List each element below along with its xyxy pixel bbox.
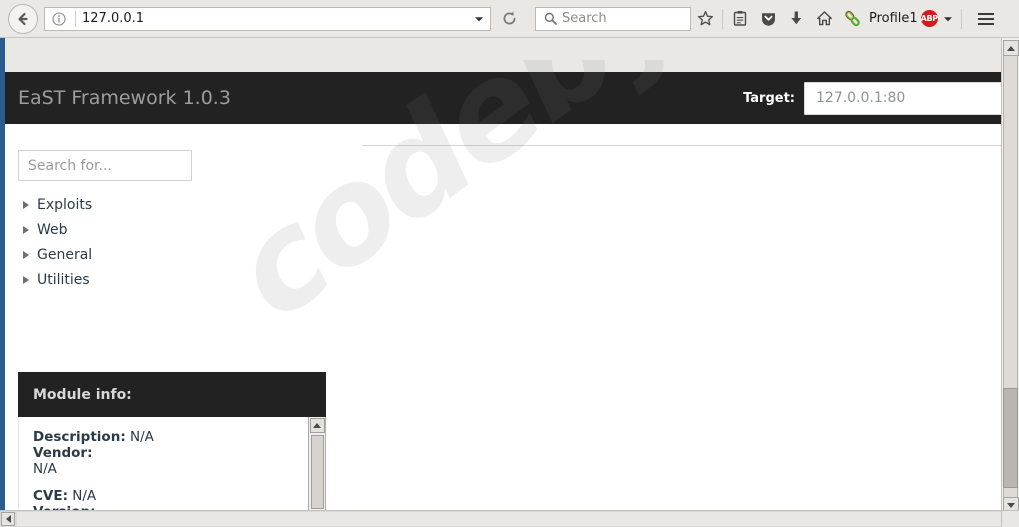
url-text: 127.0.0.1 — [82, 11, 145, 26]
content-divider — [362, 145, 1007, 146]
sidebar-item-label: Exploits — [37, 196, 93, 213]
module-info-body: Description: N/A Vendor: N/A CVE: N/A Ve… — [18, 417, 326, 510]
profile-label[interactable]: Profile1 — [869, 11, 918, 26]
sidebar-item-label: General — [37, 246, 93, 263]
search-input-placeholder: Search for... — [28, 157, 112, 174]
url-divider — [75, 10, 76, 27]
horizontal-scrollbar[interactable] — [0, 510, 1019, 527]
sidebar-item-utilities[interactable]: Utilities — [18, 267, 318, 292]
module-info-text: Description: N/A Vendor: N/A CVE: N/A Ve… — [33, 429, 303, 510]
target-group: Target: 127.0.0.1:80 — [743, 81, 1003, 115]
target-input-value: 127.0.0.1:80 — [816, 90, 906, 106]
search-placeholder: Search — [562, 11, 607, 26]
module-info-header: Module info: — [18, 372, 326, 417]
chain-link-icon[interactable] — [838, 4, 866, 34]
search-bar[interactable]: Search — [535, 6, 691, 31]
browser-toolbar: 127.0.0.1 Search Profile1 ABP — [0, 0, 1019, 38]
horizontal-scroll-track[interactable] — [17, 512, 1001, 526]
search-icon — [540, 9, 560, 29]
back-button[interactable] — [8, 3, 38, 34]
toolbar-separator-2 — [960, 8, 962, 29]
module-scroll-track[interactable] — [311, 435, 324, 509]
adblock-plus-icon[interactable]: ABP — [921, 10, 938, 27]
toolbar-separator — [722, 8, 723, 29]
chevron-right-icon[interactable] — [18, 275, 34, 284]
module-spacer — [33, 477, 303, 488]
module-info-title: Module info: — [33, 386, 132, 403]
scroll-up-button[interactable] — [1003, 40, 1019, 56]
module-cve-label: CVE: — [33, 488, 68, 504]
module-info-panel: Module info: Description: N/A Vendor: N/… — [18, 372, 326, 510]
adblock-chevron-down-icon[interactable] — [938, 4, 958, 34]
module-vendor-value: N/A — [33, 461, 57, 477]
back-arrow-icon — [18, 12, 28, 25]
page-info-icon[interactable] — [49, 9, 69, 29]
sidebar-item-exploits[interactable]: Exploits — [18, 192, 318, 217]
reading-list-icon[interactable] — [726, 4, 754, 34]
sidebar-item-general[interactable]: General — [18, 242, 318, 267]
bookmark-star-icon[interactable] — [691, 4, 719, 34]
sidebar-item-web[interactable]: Web — [18, 217, 318, 242]
module-cve-value: N/A — [72, 488, 97, 504]
module-description-label: Description: — [33, 429, 126, 445]
page-top-gap — [5, 38, 1019, 73]
sidebar-item-label: Utilities — [37, 271, 90, 288]
sidebar-item-label: Web — [37, 221, 68, 238]
vertical-scroll-thumb[interactable] — [1003, 388, 1018, 488]
app-header: EaST Framework 1.0.3 Target: 127.0.0.1:8… — [5, 72, 1009, 124]
reload-icon — [503, 11, 515, 25]
module-vendor-label: Vendor: — [33, 445, 93, 461]
target-label: Target: — [743, 90, 795, 106]
module-vendor-value-row: N/A — [33, 461, 303, 477]
reload-button[interactable] — [493, 6, 525, 32]
hamburger-menu-icon[interactable] — [971, 4, 1001, 34]
chevron-right-icon[interactable] — [18, 200, 34, 209]
scroll-left-button[interactable] — [1, 512, 15, 526]
module-info-scrollbar[interactable] — [308, 417, 325, 510]
search-input[interactable]: Search for... — [18, 150, 192, 181]
vertical-scrollbar[interactable] — [1001, 38, 1019, 515]
target-input[interactable]: 127.0.0.1:80 — [804, 81, 1003, 115]
pocket-icon[interactable] — [754, 4, 782, 34]
app-title: EaST Framework 1.0.3 — [18, 87, 231, 109]
module-vendor-label-row: Vendor: — [33, 445, 303, 461]
module-tree: Exploits Web General Utilities — [18, 192, 318, 292]
module-scroll-up-button[interactable] — [309, 418, 325, 433]
url-dropdown-chevron-down-icon[interactable] — [468, 8, 490, 30]
chevron-right-icon[interactable] — [18, 225, 34, 234]
url-bar[interactable]: 127.0.0.1 — [44, 6, 491, 31]
downloads-icon[interactable] — [782, 4, 810, 34]
module-description-row: Description: N/A — [33, 429, 303, 445]
module-cve-row: CVE: N/A — [33, 488, 303, 504]
scrollbar-corner — [1001, 510, 1019, 527]
screenshot-root: 127.0.0.1 Search Profile1 ABP EaST Frame… — [0, 0, 1019, 527]
module-description-value: N/A — [130, 429, 154, 445]
home-icon[interactable] — [810, 4, 838, 34]
chevron-right-icon[interactable] — [18, 250, 34, 259]
